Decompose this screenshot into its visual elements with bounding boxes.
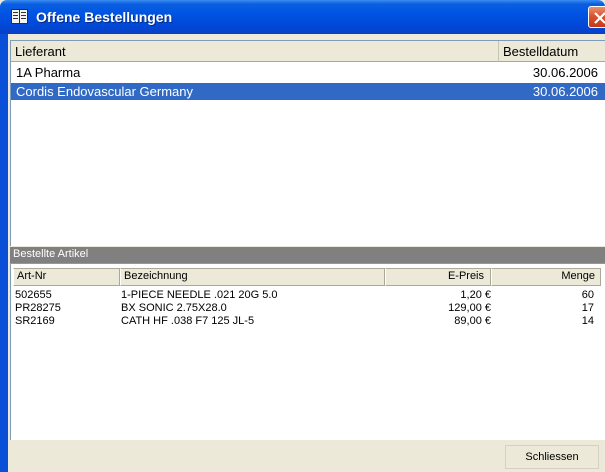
close-icon: [594, 12, 605, 24]
order-row-selected[interactable]: Cordis Endovascular Germany 30.06.2006: [11, 83, 605, 100]
column-header-label: Art-Nr: [17, 270, 47, 282]
order-date: 30.06.2006: [532, 84, 598, 99]
article-description: CATH HF .038 F7 125 JL-5: [121, 315, 255, 327]
column-header-bestelldatum[interactable]: Bestelldatum: [499, 41, 605, 62]
bottom-bar: Schliessen: [10, 442, 605, 472]
window-close-button[interactable]: [588, 6, 605, 28]
column-header-label: Bestelldatum: [503, 44, 579, 59]
column-header-lieferant[interactable]: Lieferant: [11, 41, 499, 62]
article-row[interactable]: 502655 1-PIECE NEEDLE .021 20G 5.0 1,20 …: [11, 289, 605, 302]
book-icon: [11, 9, 28, 24]
article-quantity: 17: [581, 302, 594, 314]
close-button[interactable]: Schliessen: [505, 445, 599, 469]
article-number: 502655: [15, 289, 52, 301]
column-header-label: E-Preis: [447, 270, 484, 282]
article-row[interactable]: PR28275 BX SONIC 2.75X28.0 129,00 € 17: [11, 302, 605, 315]
article-description: BX SONIC 2.75X28.0: [121, 302, 227, 314]
column-header-epreis[interactable]: E-Preis: [385, 268, 491, 286]
article-number: PR28275: [15, 302, 61, 314]
article-row[interactable]: SR2169 CATH HF .038 F7 125 JL-5 89,00 € …: [11, 315, 605, 328]
order-supplier: Cordis Endovascular Germany: [16, 84, 194, 99]
title-bar[interactable]: Offene Bestellungen: [0, 0, 605, 34]
order-date: 30.06.2006: [532, 65, 598, 80]
window: Offene Bestellungen Lieferant Bestelldat…: [0, 0, 605, 472]
article-price: 129,00 €: [448, 302, 491, 314]
order-row[interactable]: 1A Pharma 30.06.2006: [11, 64, 605, 81]
orders-list[interactable]: Lieferant Bestelldatum 1A Pharma 30.06.2…: [10, 40, 605, 246]
article-quantity: 60: [581, 289, 594, 301]
article-quantity: 14: [581, 315, 594, 327]
articles-list[interactable]: Art-Nr Bezeichnung E-Preis Menge 502655 …: [10, 263, 605, 440]
column-header-artnr[interactable]: Art-Nr: [13, 268, 120, 286]
article-number: SR2169: [15, 315, 55, 327]
window-title: Offene Bestellungen: [36, 9, 173, 25]
column-header-menge[interactable]: Menge: [491, 268, 601, 286]
column-header-label: Bezeichnung: [124, 270, 188, 282]
window-frame-left: [0, 34, 8, 472]
window-content: Lieferant Bestelldatum 1A Pharma 30.06.2…: [8, 34, 605, 472]
article-price: 1,20 €: [460, 289, 491, 301]
column-header-label: Lieferant: [15, 44, 66, 59]
articles-caption: Bestellte Artikel: [10, 247, 605, 263]
article-price: 89,00 €: [454, 315, 491, 327]
column-header-bezeichnung[interactable]: Bezeichnung: [120, 268, 385, 286]
article-description: 1-PIECE NEEDLE .021 20G 5.0: [121, 289, 278, 301]
column-header-label: Menge: [561, 270, 595, 282]
order-supplier: 1A Pharma: [16, 65, 81, 80]
